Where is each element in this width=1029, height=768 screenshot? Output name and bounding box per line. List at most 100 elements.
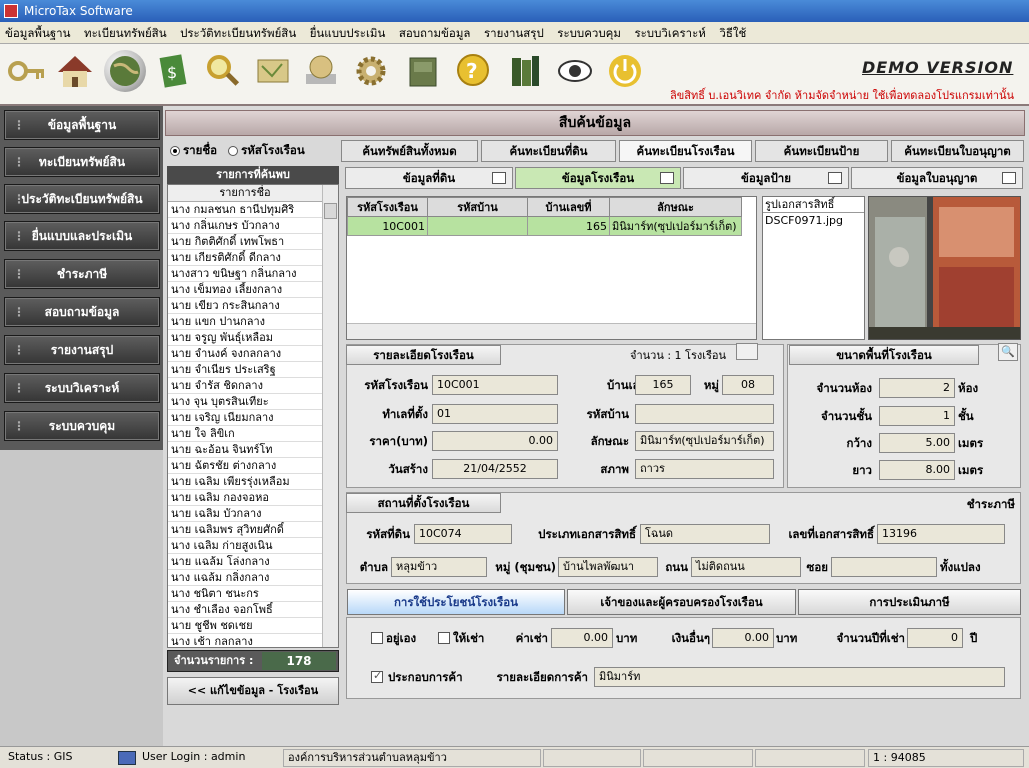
tab-building-usage[interactable]: การใช้ประโยชน์โรงเรือน — [347, 589, 565, 615]
list-item[interactable]: นาง เช้า กลกลาง — [168, 634, 322, 647]
field-house-code[interactable] — [635, 404, 774, 424]
tab-search-license[interactable]: ค้นทะเบียนใบอนุญาต — [891, 140, 1024, 162]
list-item[interactable]: นาย เกียรติศักดิ์ ดีกลาง — [168, 250, 322, 266]
checkbox-self-occupied[interactable] — [371, 632, 383, 644]
search-icon[interactable] — [202, 50, 244, 92]
field-rent-fee[interactable]: 0.00 — [551, 628, 613, 648]
menu-help[interactable]: วิธีใช้ — [714, 22, 751, 44]
field-business-detail[interactable]: มินิมาร์ท — [594, 667, 1005, 687]
list-item[interactable]: นาย ใจ ลิขิเก — [168, 426, 322, 442]
field-width[interactable]: 5.00 — [879, 433, 955, 453]
menu-asset-history[interactable]: ประวัติทะเบียนทรัพย์สิน — [175, 22, 301, 44]
building-photo[interactable] — [868, 196, 1021, 340]
drive-icon[interactable] — [402, 50, 444, 92]
eye-icon[interactable] — [554, 50, 596, 92]
field-building-type[interactable]: มินิมาร์ท(ซุปเปอร์มาร์เก็ต) — [635, 431, 774, 451]
field-tambon[interactable]: หลุมข้าว — [391, 557, 487, 577]
nav-inquiry[interactable]: สอบถามข้อมูล — [4, 297, 160, 327]
grid-hscrollbar[interactable] — [347, 323, 756, 339]
nav-basic-data[interactable]: ข้อมูลพื้นฐาน — [4, 110, 160, 140]
books-icon[interactable] — [504, 50, 546, 92]
radio-by-code[interactable] — [228, 145, 239, 156]
list-item[interactable]: นาง แฉล้ม กลิ่งกลาง — [168, 570, 322, 586]
menu-basic-data[interactable]: ข้อมูลพื้นฐาน — [0, 22, 76, 44]
list-item[interactable]: นาย เฉลิม กองจอหอ — [168, 490, 322, 506]
list-item[interactable]: นาง ชนิตา ชนะกร — [168, 586, 322, 602]
list-item[interactable]: นาย เฉลิม เพียรรุ่งเหลือม — [168, 474, 322, 490]
list-item[interactable]: นาย จำนงค์ จงกลกลาง — [168, 346, 322, 362]
field-road[interactable]: ไม่ติดถนน — [691, 557, 801, 577]
list-item[interactable]: นาย เฉลิม บัวกลาง — [168, 506, 322, 522]
pay-tax-link[interactable]: ชำระภาษี — [955, 494, 1015, 514]
field-condition[interactable]: ถาวร — [635, 459, 774, 479]
tab-search-sign[interactable]: ค้นทะเบียนป้าย — [755, 140, 888, 162]
nav-pay-tax[interactable]: ชำระภาษี — [4, 259, 160, 289]
field-rent-years[interactable]: 0 — [907, 628, 963, 648]
menu-assessment[interactable]: ยื่นแบบประเมิน — [305, 22, 391, 44]
nav-asset-history[interactable]: ประวัติทะเบียนทรัพย์สิน — [4, 184, 160, 214]
list-item[interactable]: นาย กิตติศักดิ์ เทพโพธา — [168, 234, 322, 250]
list-item[interactable]: นาย จำเนียร ประเสริฐ — [168, 362, 322, 378]
list-column-header[interactable]: รายการชื่อ — [168, 185, 322, 202]
money-icon[interactable]: $ — [152, 50, 194, 92]
list-item[interactable]: นาย ฉะอ้อน จินทร์โท — [168, 442, 322, 458]
checkbox-rented[interactable] — [438, 632, 450, 644]
list-item[interactable]: นาย เขียว กระสินกลาง — [168, 298, 322, 314]
grid-header-houseno[interactable]: บ้านเลขที่ — [527, 197, 610, 217]
tab-owners[interactable]: เจ้าของและผู้ครอบครองโรงเรือน — [567, 589, 796, 615]
radio-by-name[interactable] — [170, 145, 180, 156]
list-item[interactable]: นาย แฉล้ม โล่งกลาง — [168, 554, 322, 570]
field-other-fees[interactable]: 0.00 — [712, 628, 774, 648]
field-soi[interactable] — [831, 557, 937, 577]
list-item[interactable]: นาย จำรัส ชิดกลาง — [168, 378, 322, 394]
list-item[interactable]: นาย ฉัตรชัย ต่างกลาง — [168, 458, 322, 474]
field-created-date[interactable]: 21/04/2552 — [432, 459, 558, 479]
map-icon[interactable] — [252, 50, 294, 92]
field-doc-type[interactable]: โฉนด — [640, 524, 770, 544]
edit-building-button[interactable]: << แก้ไขข้อมูล - โรงเรือน — [167, 677, 339, 705]
nav-report[interactable]: รายงานสรุป — [4, 335, 160, 365]
field-rooms[interactable]: 2 — [879, 378, 955, 398]
tab-tax-assessment[interactable]: การประเมินภาษี — [798, 589, 1021, 615]
subtab-building-info[interactable]: ข้อมูลโรงเรือน — [515, 167, 681, 189]
tab-search-building[interactable]: ค้นทะเบียนโรงเรือน — [619, 140, 752, 162]
nav-asset-registry[interactable]: ทะเบียนทรัพย์สิน — [4, 147, 160, 177]
field-house-number[interactable]: 165 — [635, 375, 691, 395]
grid-header-type[interactable]: ลักษณะ — [609, 197, 742, 217]
menu-report[interactable]: รายงานสรุป — [479, 22, 549, 44]
list-item[interactable]: นาย เจริญ เนียมกลาง — [168, 410, 322, 426]
scroll-thumb[interactable] — [324, 203, 337, 219]
zoom-icon[interactable]: 🔍 — [998, 343, 1018, 361]
list-item[interactable]: นาง เฉลิม ก่ายสูงเนิน — [168, 538, 322, 554]
field-moo[interactable]: 08 — [722, 375, 774, 395]
field-price[interactable]: 0.00 — [432, 431, 558, 451]
menu-asset-registry[interactable]: ทะเบียนทรัพย์สิน — [79, 22, 172, 44]
list-item[interactable]: นาย แขก ปานกลาง — [168, 314, 322, 330]
list-item[interactable]: นาย จรูญ พันธุ์เหลือม — [168, 330, 322, 346]
list-item[interactable]: นาง กลิ่นเกษร บัวกลาง — [168, 218, 322, 234]
nav-analysis[interactable]: ระบบวิเคราะห์ — [4, 373, 160, 403]
tab-search-all-assets[interactable]: ค้นทรัพย์สินทั้งหมด — [341, 140, 478, 162]
nav-control[interactable]: ระบบควบคุม — [4, 411, 160, 441]
menu-control[interactable]: ระบบควบคุม — [552, 22, 626, 44]
globe-icon[interactable] — [104, 50, 146, 92]
grid-header-housecode[interactable]: รหัสบ้าน — [427, 197, 528, 217]
list-item[interactable]: นางสาว ขนิษฐา กลิ่นกลาง — [168, 266, 322, 282]
help-icon[interactable]: ? — [452, 50, 494, 92]
menu-inquiry[interactable]: สอบถามข้อมูล — [394, 22, 476, 44]
subtab-sign-info[interactable]: ข้อมูลป้าย — [683, 167, 849, 189]
list-scrollbar[interactable] — [322, 185, 338, 647]
globe-book-icon[interactable] — [300, 50, 342, 92]
field-location[interactable]: 01 — [432, 404, 558, 424]
list-item[interactable]: นาง กมลชนก ธานีปทุมศิริ — [168, 202, 322, 218]
list-item[interactable]: นาง ชำเลือง จอกโพธิ์ — [168, 602, 322, 618]
menu-analysis[interactable]: ระบบวิเคราะห์ — [629, 22, 710, 44]
gear-icon[interactable] — [350, 50, 392, 92]
field-village[interactable]: บ้านไพลพัฒนา — [558, 557, 658, 577]
field-land-code[interactable]: 10C074 — [414, 524, 512, 544]
tab-search-land[interactable]: ค้นทะเบียนที่ดิน — [481, 140, 616, 162]
field-floors[interactable]: 1 — [879, 406, 955, 426]
field-length[interactable]: 8.00 — [879, 460, 955, 480]
nav-assessment[interactable]: ยื่นแบบและประเมิน — [4, 221, 160, 251]
list-item[interactable]: นาย ชูชีพ ชดเชย — [168, 618, 322, 634]
